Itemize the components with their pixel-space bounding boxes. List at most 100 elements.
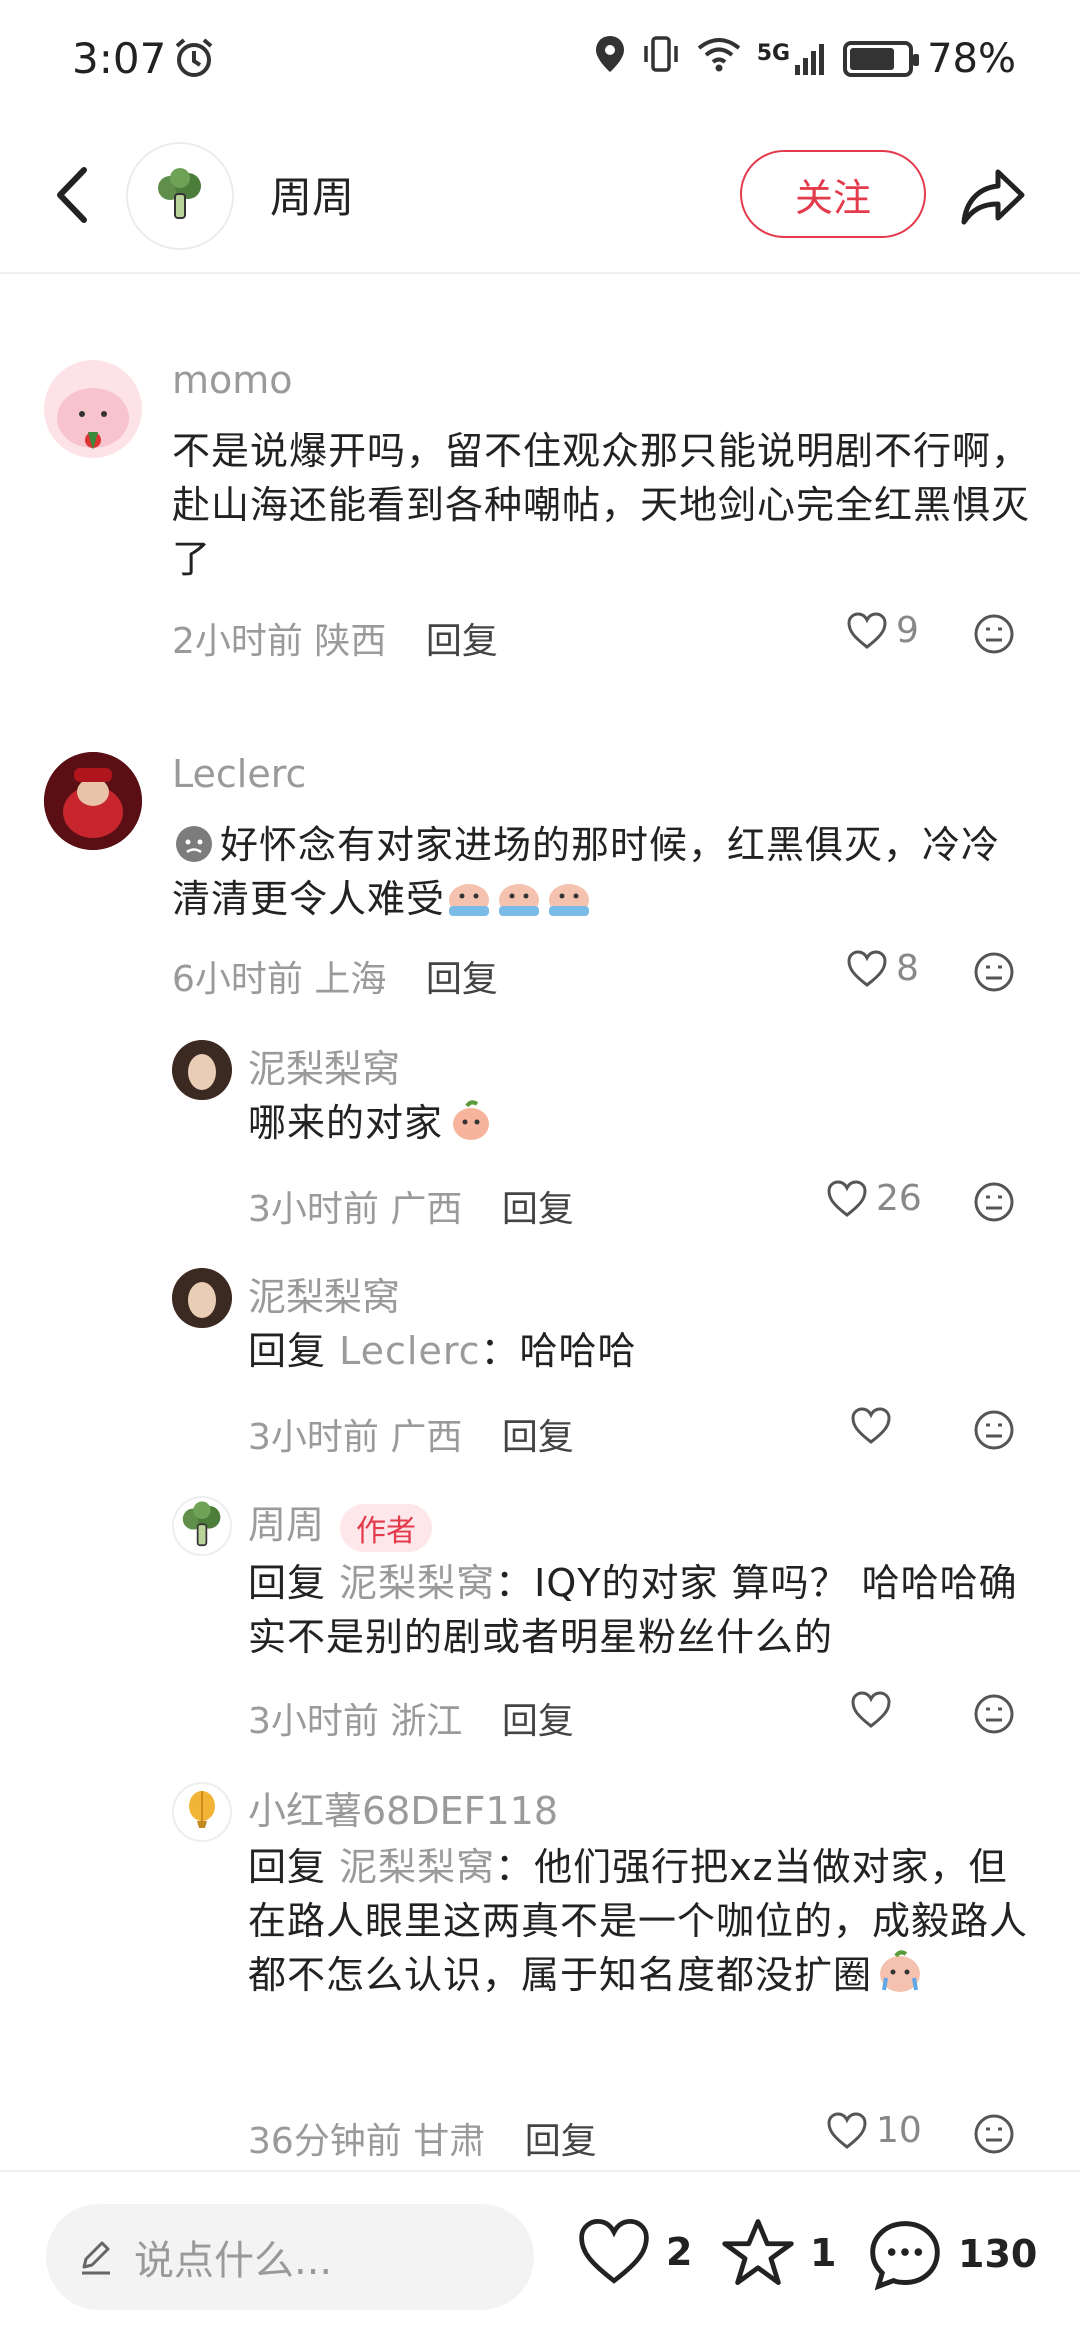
- reply-button[interactable]: 回复: [502, 1701, 574, 1742]
- user-avatar[interactable]: [44, 360, 142, 458]
- dislike-button[interactable]: [972, 1180, 1016, 1224]
- reply-button[interactable]: 回复: [525, 2121, 597, 2162]
- author-avatar[interactable]: [126, 142, 234, 250]
- reply-to-user[interactable]: 泥梨梨窝: [339, 1845, 495, 1889]
- pink-character-avatar-icon: [57, 388, 129, 450]
- like-button[interactable]: 8: [846, 948, 919, 989]
- reply-meta: 36分钟前 甘肃 回复: [248, 2112, 597, 2164]
- reply-username[interactable]: 泥梨梨窝: [248, 1266, 400, 1321]
- dislike-button[interactable]: [972, 2112, 1016, 2156]
- reply-location: 甘肃: [413, 2121, 486, 2162]
- comment-time: 2小时前: [172, 621, 303, 662]
- reply-button[interactable]: 回复: [426, 959, 498, 1000]
- author-name: 周周: [270, 173, 355, 222]
- user-avatar[interactable]: [44, 752, 142, 850]
- reply-time: 36分钟前: [248, 2121, 402, 2162]
- sad-emoji-icon: [172, 820, 216, 864]
- user-avatar[interactable]: [172, 1040, 232, 1100]
- heart-icon: [847, 949, 887, 987]
- reply-button[interactable]: 回复: [502, 1189, 574, 1230]
- reply-to-user[interactable]: Leclerc: [339, 1329, 480, 1373]
- comment-location: 陕西: [314, 621, 387, 662]
- user-avatar[interactable]: [172, 1496, 232, 1556]
- reply-text-block: 回复 泥梨梨窝：IQY的对家 算吗？ 哈哈哈确实不是别的剧或者明星粉丝什么的: [248, 1556, 1038, 1664]
- like-button[interactable]: 10: [826, 2110, 922, 2151]
- like-button[interactable]: [850, 1406, 892, 1446]
- reply-button[interactable]: 回复: [502, 1417, 574, 1458]
- share-icon: [961, 169, 1025, 225]
- reply-username[interactable]: 周周: [248, 1503, 324, 1547]
- neutral-face-icon: [974, 952, 1014, 992]
- reply-username[interactable]: 泥梨梨窝: [248, 1038, 400, 1093]
- battery-icon: [843, 41, 920, 77]
- back-button[interactable]: [44, 160, 108, 230]
- collect-post-button[interactable]: 1: [720, 2216, 836, 2290]
- peach-emoji-icon: [447, 1096, 495, 1144]
- like-button[interactable]: 9: [846, 610, 919, 651]
- reply-button[interactable]: 回复: [426, 621, 498, 662]
- dislike-button[interactable]: [972, 612, 1016, 656]
- heart-icon: [827, 1179, 867, 1217]
- reply-text: 哪来的对家: [248, 1101, 444, 1145]
- heart-icon: [851, 1691, 891, 1728]
- vibrate-icon: [641, 34, 681, 84]
- share-button[interactable]: [958, 162, 1030, 232]
- author-badge: 作者: [340, 1503, 433, 1552]
- reply-location: 广西: [390, 1417, 463, 1458]
- broccoli-icon: [158, 168, 201, 219]
- reply-time: 3小时前: [248, 1417, 379, 1458]
- crying-emoji-icon: [876, 1948, 924, 1996]
- like-button[interactable]: 26: [826, 1178, 922, 1219]
- chevron-left-icon: [57, 167, 87, 223]
- comment-input[interactable]: 说点什么...: [46, 2204, 534, 2310]
- neutral-face-icon: [974, 2114, 1014, 2154]
- dislike-button[interactable]: [972, 1692, 1016, 1736]
- wifi-icon: [695, 34, 743, 84]
- comment-text-block: 好怀念有对家进场的那时候，红黑俱灭，冷冷清清更令人难受: [172, 818, 1038, 926]
- bottom-action-bar: 说点什么... 2 1 130: [0, 2170, 1080, 2340]
- heart-icon: [827, 2111, 867, 2149]
- follow-button[interactable]: 关注: [740, 150, 926, 238]
- comment-username[interactable]: Leclerc: [172, 752, 306, 796]
- reply-meta: 3小时前 广西 回复: [248, 1408, 574, 1460]
- post-star-count: 1: [810, 2231, 837, 2275]
- location-icon: [593, 34, 627, 84]
- reply-time: 3小时前: [248, 1189, 379, 1230]
- comment-location: 上海: [314, 959, 387, 1000]
- like-count: 26: [876, 1178, 922, 1219]
- post-like-count: 2: [666, 2230, 693, 2274]
- heart-icon: [847, 611, 887, 649]
- star-icon: [722, 2219, 794, 2286]
- pencil-icon: [82, 2241, 110, 2275]
- reply-to-user[interactable]: 泥梨梨窝: [339, 1561, 495, 1605]
- reply-text-block: 回复 泥梨梨窝：他们强行把xz当做对家，但在路人眼里这两真不是一个咖位的，成毅路…: [248, 1840, 1038, 2002]
- heart-icon: [851, 1407, 891, 1444]
- reply-prefix: 回复: [248, 1329, 327, 1373]
- neutral-face-icon: [974, 1182, 1014, 1222]
- comments-button[interactable]: 130: [866, 2216, 1037, 2292]
- reply-text: ：哈哈哈: [480, 1329, 637, 1373]
- user-avatar[interactable]: [172, 1782, 232, 1842]
- network-type: 5G: [756, 41, 791, 66]
- reply-username-row: 周周 作者: [248, 1494, 433, 1552]
- comment-username[interactable]: momo: [172, 358, 293, 402]
- like-button[interactable]: [850, 1690, 892, 1730]
- reply-time: 3小时前: [248, 1701, 379, 1742]
- balloon-icon: [189, 1791, 215, 1828]
- user-avatar[interactable]: [172, 1268, 232, 1328]
- reply-prefix: 回复: [248, 1561, 327, 1605]
- reply-location: 浙江: [390, 1701, 463, 1742]
- comment-bubble-icon: [870, 2221, 940, 2291]
- reply-username[interactable]: 小红薯68DEF118: [248, 1780, 558, 1835]
- like-post-button[interactable]: 2: [576, 2216, 692, 2288]
- reply-text-block: 回复 Leclerc：哈哈哈: [248, 1324, 1038, 1378]
- status-time: 3:07: [72, 34, 167, 83]
- dislike-button[interactable]: [972, 950, 1016, 994]
- status-bar: 3:07 5G 78%: [0, 0, 1080, 118]
- battery-percent: 78%: [927, 36, 1016, 82]
- dislike-button[interactable]: [972, 1408, 1016, 1452]
- reply-meta: 3小时前 浙江 回复: [248, 1692, 574, 1744]
- like-count: 9: [896, 610, 919, 651]
- comment-meta: 6小时前 上海 回复: [172, 950, 498, 1002]
- reply-meta: 3小时前 广西 回复: [248, 1180, 574, 1232]
